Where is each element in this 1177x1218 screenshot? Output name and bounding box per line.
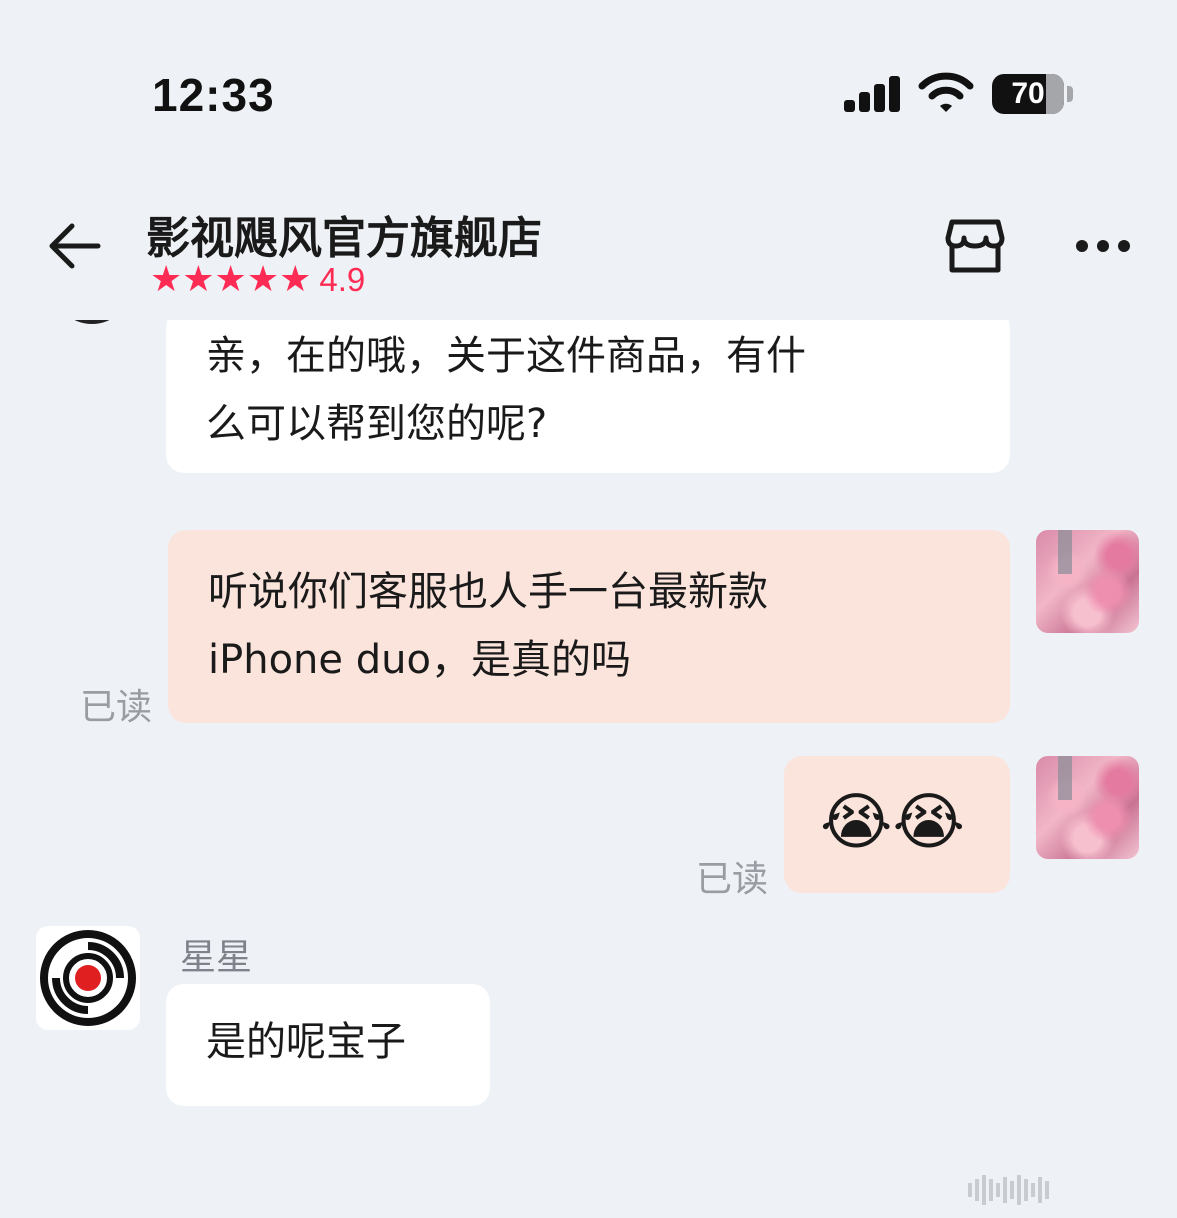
rating-value: 4.9 xyxy=(319,261,366,298)
back-arrow-icon[interactable] xyxy=(44,220,104,272)
message-line: 是的呢宝子 xyxy=(206,1019,406,1065)
sender-name: 星星 xyxy=(180,937,253,978)
agent-avatar[interactable] xyxy=(36,926,140,1030)
message-line: 么可以帮到您的呢? xyxy=(206,401,548,447)
message-list[interactable]: 亲，在的哦，关于这件商品，有什 么可以帮到您的呢? 已读 听说你们客服也人手一台… xyxy=(0,320,1177,1218)
store-icon[interactable] xyxy=(944,216,1006,276)
more-dots-icon[interactable] xyxy=(1074,236,1132,256)
message-bubble-incoming[interactable]: 是的呢宝子 xyxy=(166,984,490,1106)
crying-emoji: 😭😭 xyxy=(820,785,965,858)
message-bubble-outgoing[interactable]: 听说你们客服也人手一台最新款 iPhone duo，是真的吗 xyxy=(168,530,1010,723)
user-avatar[interactable] xyxy=(1036,530,1139,633)
store-name[interactable]: 影视飓风官方旗舰店 xyxy=(146,202,542,266)
battery-cap xyxy=(1067,86,1073,102)
battery-level: 70 xyxy=(1011,77,1045,110)
rating-stars: ★★★★★ xyxy=(150,259,312,300)
message-bubble-incoming[interactable]: 亲，在的哦，关于这件商品，有什 么可以帮到您的呢? xyxy=(166,320,1010,473)
status-time: 12:33 xyxy=(152,69,275,121)
user-avatar[interactable] xyxy=(1036,756,1139,859)
status-bar: 12:33 70 xyxy=(0,0,1177,150)
wifi-icon xyxy=(918,72,974,112)
watermark xyxy=(968,1170,1164,1210)
message-line: 听说你们客服也人手一台最新款 xyxy=(208,569,768,615)
battery-icon: 70 xyxy=(992,74,1064,114)
read-status: 已读 xyxy=(696,859,769,900)
message-line: 亲，在的哦，关于这件商品，有什 xyxy=(206,333,806,379)
avatar-partial xyxy=(52,320,132,324)
message-bubble-outgoing[interactable]: 😭😭 xyxy=(784,756,1010,893)
signal-icon xyxy=(844,76,902,112)
message-line: iPhone duo，是真的吗 xyxy=(208,637,631,683)
read-status: 已读 xyxy=(80,687,153,728)
store-rating: ★★★★★ 4.9 xyxy=(150,260,365,300)
chat-header: 影视飓风官方旗舰店 ★★★★★ 4.9 xyxy=(0,180,1177,320)
